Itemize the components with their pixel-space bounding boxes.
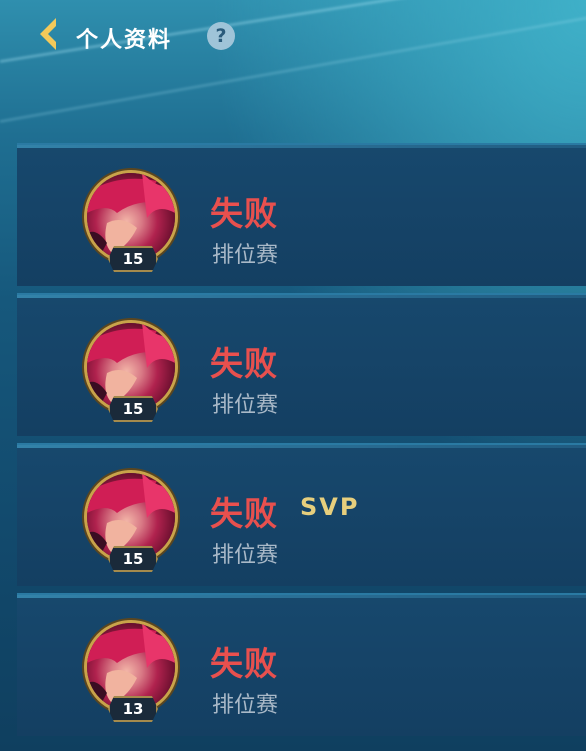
back-arrow-icon: [40, 18, 56, 50]
match-history-list: 15 失败 排位赛 15 失败 排位赛 15 失败 SVP 排位赛 13 失败 …: [17, 143, 586, 743]
match-row[interactable]: 15 失败 排位赛: [17, 293, 586, 436]
hero-level-badge: 15: [108, 246, 158, 272]
top-bar: 个人资料 ?: [0, 0, 586, 72]
hero-level-badge: 15: [108, 546, 158, 572]
svp-badge: SVP: [300, 493, 360, 521]
hero-level-badge: 13: [108, 696, 158, 722]
match-result: 失败: [210, 644, 278, 683]
match-row[interactable]: 15 失败 排位赛: [17, 143, 586, 286]
match-mode: 排位赛: [212, 393, 279, 418]
page-title: 个人资料: [76, 28, 173, 53]
match-mode: 排位赛: [212, 243, 279, 268]
hero-level-badge: 15: [108, 396, 158, 422]
help-icon[interactable]: ?: [207, 22, 235, 50]
back-button[interactable]: [36, 16, 62, 52]
match-mode: 排位赛: [212, 543, 279, 568]
match-result: 失败: [210, 344, 278, 383]
match-mode: 排位赛: [212, 693, 279, 718]
match-row[interactable]: 13 失败 排位赛: [17, 593, 586, 736]
match-result: 失败: [210, 494, 278, 533]
match-row[interactable]: 15 失败 SVP 排位赛: [17, 443, 586, 586]
match-result: 失败: [210, 194, 278, 233]
